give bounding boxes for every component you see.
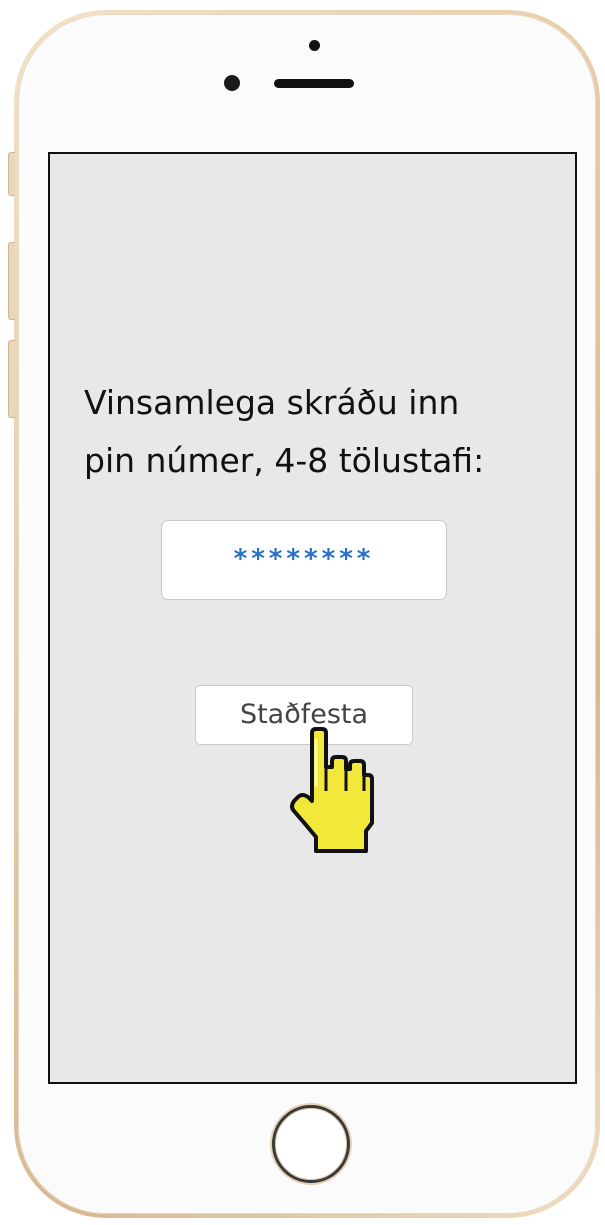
pin-prompt: Vinsamlega skráðu inn pin númer, 4-8 töl… <box>84 374 564 490</box>
camera-icon <box>224 75 240 91</box>
volume-up-button <box>8 242 15 320</box>
volume-down-button <box>8 340 15 418</box>
prompt-line-2: pin númer, 4-8 tölustafi: <box>84 441 485 480</box>
silent-switch <box>8 152 15 196</box>
home-button[interactable] <box>272 1105 350 1183</box>
speaker-icon <box>274 79 354 88</box>
hand-pointer-icon <box>290 727 374 853</box>
prompt-line-1: Vinsamlega skráðu inn <box>84 383 460 422</box>
phone-screen: Vinsamlega skráðu inn pin númer, 4-8 töl… <box>48 152 577 1084</box>
proximity-sensor-icon <box>309 40 320 51</box>
pin-input[interactable]: ******** <box>161 520 447 600</box>
